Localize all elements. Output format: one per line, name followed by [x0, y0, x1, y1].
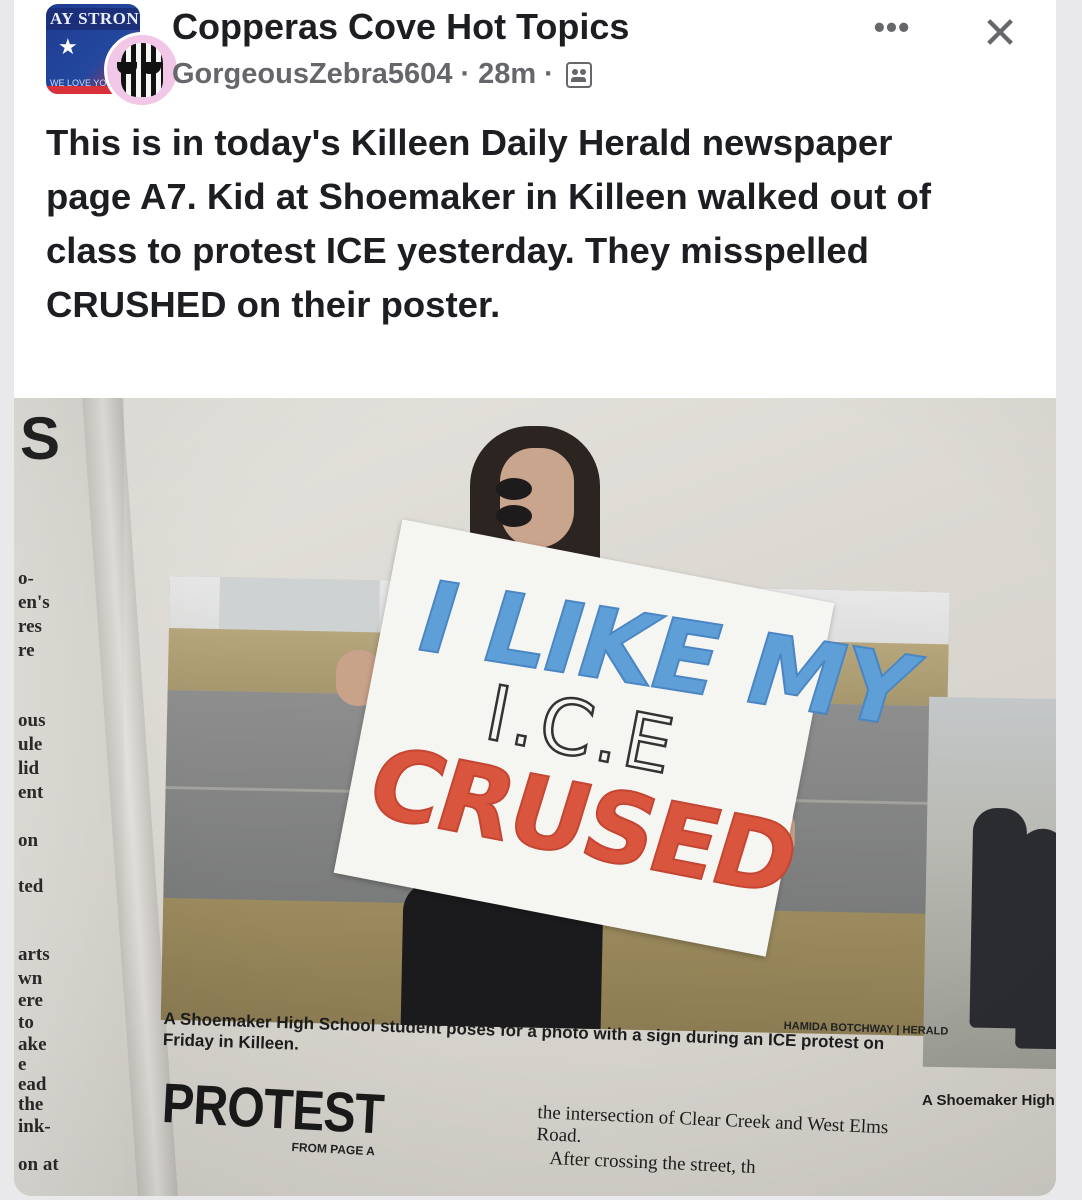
side-caption: A Shoemaker High: [922, 1092, 1055, 1109]
left-column-text: to: [18, 1012, 34, 1033]
left-column-text: ule: [18, 734, 43, 755]
left-column-text: wn: [18, 968, 43, 989]
left-column-text: en's: [18, 592, 50, 613]
post-timestamp[interactable]: 28m: [478, 58, 536, 91]
user-avatar[interactable]: [104, 32, 180, 108]
post-meta: GorgeousZebra5604 · 28m ·: [172, 58, 592, 91]
left-column-text: ous: [18, 710, 46, 731]
side-photo: [922, 696, 1056, 1070]
author-link[interactable]: GorgeousZebra5604: [172, 58, 452, 91]
post-card: AY STRON ★ WE LOVE YO Copperas Cove Hot …: [14, 0, 1056, 1196]
left-column-text: res: [18, 616, 42, 637]
group-name-link[interactable]: Copperas Cove Hot Topics: [172, 6, 629, 48]
left-column-text: ink-: [18, 1116, 51, 1137]
sunglasses-icon: [496, 478, 578, 527]
meta-separator: ·: [460, 58, 471, 90]
left-column-text: ted: [18, 876, 44, 897]
post-photo[interactable]: S o- en's res re ous ule lid ent on ted …: [14, 398, 1056, 1196]
left-column-text: ere: [18, 990, 43, 1011]
left-column-text: the: [18, 1094, 44, 1115]
star-icon: ★: [58, 34, 78, 59]
group-members-icon[interactable]: [565, 61, 592, 88]
side-photo-person: [1015, 828, 1056, 1050]
left-column-text: o-: [18, 568, 34, 589]
left-column-text: ake: [18, 1034, 47, 1055]
left-column-text: lid: [18, 758, 40, 779]
sunglasses-icon: [117, 61, 167, 74]
left-column-text: on: [18, 830, 39, 851]
left-column-text: on at: [18, 1154, 59, 1175]
left-column-text: re: [18, 640, 35, 661]
group-avatar-banner: AY STRON: [46, 8, 140, 30]
left-column-letter: S: [20, 405, 61, 472]
meta-separator-2: ·: [544, 58, 554, 90]
left-column-text: arts: [18, 944, 50, 965]
article-headline: PROTEST: [160, 1070, 386, 1146]
left-column-text: ead: [18, 1074, 47, 1095]
post-text: This is in today's Killeen Daily Herald …: [46, 122, 931, 325]
left-column-text: ent: [18, 782, 44, 803]
left-column-text: e: [18, 1054, 27, 1075]
more-options-button[interactable]: •••: [864, 11, 920, 44]
avatar-group[interactable]: AY STRON ★ WE LOVE YO: [46, 4, 180, 108]
close-icon[interactable]: ✕: [972, 6, 1028, 62]
photo-building: [218, 576, 381, 635]
